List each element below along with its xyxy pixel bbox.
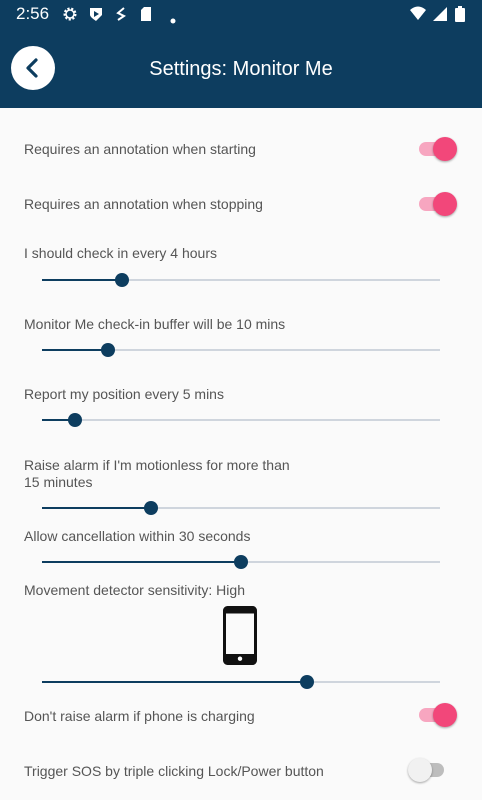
slider-fill [42,349,108,351]
slider-track [42,419,440,421]
sd-card-icon [140,6,152,25]
slider-fill [42,279,122,281]
gear-icon [62,6,78,25]
app-bar: Settings: Monitor Me [0,28,482,108]
annotation-start-toggle[interactable] [417,136,457,162]
sos-toggle[interactable] [408,757,448,783]
toggle-thumb [433,703,457,727]
toggle-thumb [433,137,457,161]
motionless-label-line2: 15 minutes [24,474,93,490]
shield-icon [88,6,104,25]
sensitivity-slider[interactable] [42,672,440,692]
charging-toggle[interactable] [417,702,457,728]
checkin-label: I should check in every 4 hours [24,245,217,261]
status-bar: 2:56 [0,0,482,28]
s-app-icon [114,6,128,25]
annotation-stop-label: Requires an annotation when stopping [24,196,263,212]
wifi-icon [409,6,427,25]
slider-fill [42,561,241,563]
motionless-label-line1: Raise alarm if I'm motionless for more t… [24,457,290,473]
dot-icon [170,11,176,27]
slider-thumb[interactable] [68,413,82,427]
slider-fill [42,681,307,683]
sensitivity-label: Movement detector sensitivity: High [24,582,245,598]
toggle-thumb [408,758,432,782]
motionless-slider[interactable] [42,498,440,518]
status-time: 2:56 [16,4,50,23]
toggle-thumb [433,192,457,216]
position-slider[interactable] [42,410,440,430]
annotation-stop-toggle[interactable] [417,191,457,217]
slider-thumb[interactable] [144,501,158,515]
page-title: Settings: Monitor Me [149,58,333,80]
sos-label: Trigger SOS by triple clicking Lock/Powe… [24,763,324,779]
position-label: Report my position every 5 mins [24,386,224,402]
cancellation-label: Allow cancellation within 30 seconds [24,528,251,544]
signal-icon [432,6,448,25]
charging-label: Don't raise alarm if phone is charging [24,708,255,724]
annotation-start-label: Requires an annotation when starting [24,141,256,157]
cancellation-slider[interactable] [42,552,440,572]
phone-icon [223,606,257,665]
checkin-slider[interactable] [42,270,440,290]
slider-thumb[interactable] [101,343,115,357]
slider-thumb[interactable] [115,273,129,287]
buffer-label: Monitor Me check-in buffer will be 10 mi… [24,316,286,332]
slider-thumb[interactable] [300,675,314,689]
slider-fill [42,507,151,509]
battery-icon [455,6,465,25]
slider-thumb[interactable] [234,555,248,569]
buffer-slider[interactable] [42,340,440,360]
motionless-label: Raise alarm if I'm motionless for more t… [24,457,290,491]
